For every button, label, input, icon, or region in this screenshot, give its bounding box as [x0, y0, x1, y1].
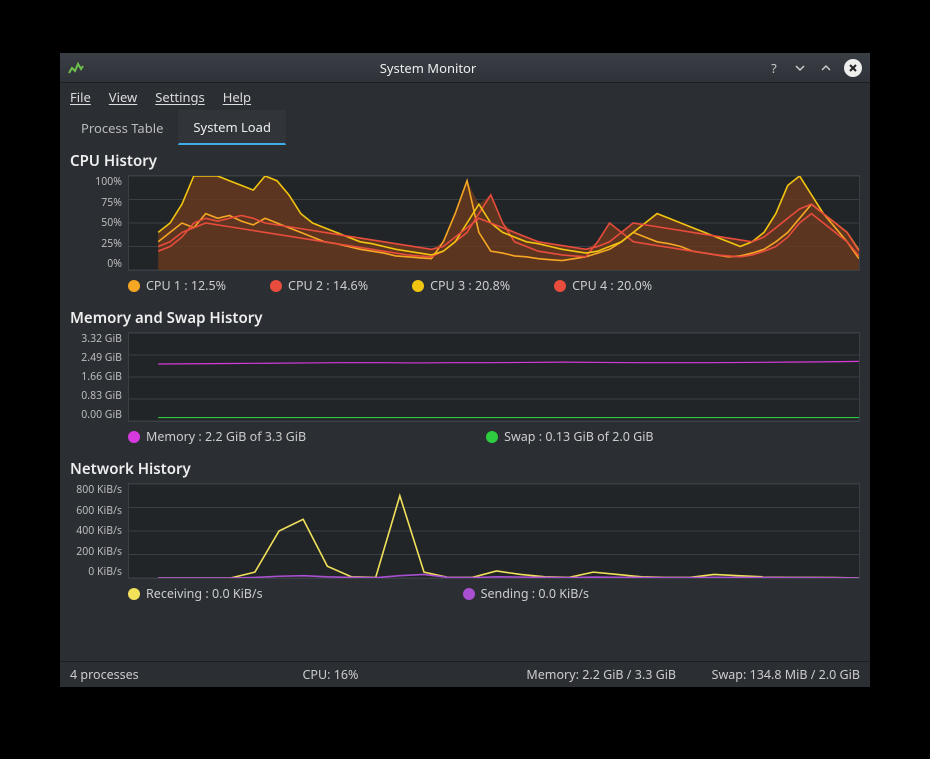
tab-process-table[interactable]: Process Table [66, 111, 178, 145]
cpu-y-axis: 100% 75% 50% 25% 0% [70, 175, 128, 271]
network-chart [128, 483, 860, 579]
tabbar: Process Table System Load [60, 111, 870, 145]
network-section: Network History 800 KiB/s 600 KiB/s 400 … [70, 459, 860, 606]
menu-file[interactable]: File [70, 88, 91, 106]
cpu1-dot [128, 280, 140, 292]
status-cpu: CPU: 16% [243, 666, 476, 683]
network-title: Network History [70, 459, 860, 479]
maximize-icon[interactable] [818, 60, 834, 76]
cpu4-dot [554, 280, 566, 292]
memory-legend: Memory : 2.2 GiB of 3.3 GiB Swap : 0.13 … [70, 422, 860, 449]
cpu-title: CPU History [70, 151, 860, 171]
memory-title: Memory and Swap History [70, 308, 860, 328]
minimize-icon[interactable] [792, 60, 808, 76]
statusbar: 4 processes CPU: 16% Memory: 2.2 GiB / 3… [60, 661, 870, 687]
menu-view[interactable]: View [109, 88, 137, 106]
status-memory: Memory: 2.2 GiB / 3.3 GiB [475, 666, 688, 683]
memory-section: Memory and Swap History 3.32 GiB 2.49 Gi… [70, 308, 860, 449]
cpu2-dot [270, 280, 282, 292]
network-legend: Receiving : 0.0 KiB/s Sending : 0.0 KiB/… [70, 579, 860, 606]
close-icon[interactable] [844, 59, 862, 77]
sending-dot [463, 588, 475, 600]
status-swap: Swap: 134.8 MiB / 2.0 GiB [688, 666, 861, 683]
cpu-chart [128, 175, 860, 271]
app-icon [68, 60, 84, 76]
menu-help[interactable]: Help [223, 88, 251, 106]
cpu3-dot [412, 280, 424, 292]
swap-dot [486, 431, 498, 443]
memory-dot [128, 431, 140, 443]
menubar: File View Settings Help [60, 83, 870, 111]
receiving-dot [128, 588, 140, 600]
network-y-axis: 800 KiB/s 600 KiB/s 400 KiB/s 200 KiB/s … [70, 483, 128, 579]
status-processes: 4 processes [70, 666, 243, 683]
help-icon[interactable]: ? [766, 60, 782, 76]
memory-y-axis: 3.32 GiB 2.49 GiB 1.66 GiB 0.83 GiB 0.00… [70, 332, 128, 422]
tab-system-load[interactable]: System Load [178, 110, 286, 145]
menu-settings[interactable]: Settings [155, 88, 204, 106]
memory-chart [128, 332, 860, 422]
content: CPU History 100% 75% 50% 25% 0% CPU 1 : … [60, 145, 870, 661]
system-monitor-window: System Monitor ? File View Settings Help… [59, 52, 871, 688]
cpu-section: CPU History 100% 75% 50% 25% 0% CPU 1 : … [70, 151, 860, 298]
cpu-legend: CPU 1 : 12.5% CPU 2 : 14.6% CPU 3 : 20.8… [70, 271, 860, 298]
window-title: System Monitor [90, 59, 766, 77]
titlebar[interactable]: System Monitor ? [60, 53, 870, 83]
